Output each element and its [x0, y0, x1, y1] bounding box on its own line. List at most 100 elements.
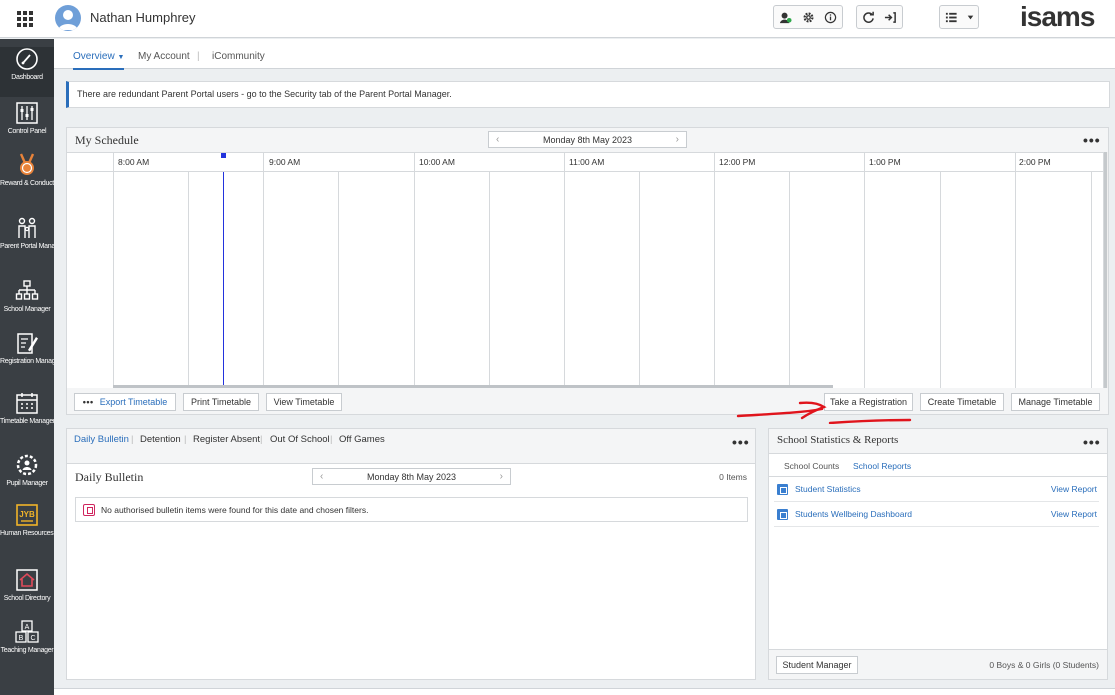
- sidebar-item-human-resources[interactable]: JYB Human Resources Manager: [0, 503, 54, 538]
- sign-out-icon[interactable]: [880, 6, 903, 28]
- tab-school-counts[interactable]: School Counts: [784, 461, 839, 471]
- half-hour-gridline: [188, 172, 189, 388]
- prev-date-icon[interactable]: ‹: [320, 471, 323, 482]
- take-registration-button[interactable]: Take a Registration: [824, 393, 913, 411]
- time-label: 9:00 AM: [269, 157, 301, 167]
- half-hour-gridline: [489, 172, 490, 388]
- sidebar-item-registration[interactable]: Registration Manager: [0, 331, 54, 366]
- sub-navigation: Overview ▼ My Account | iCommunity: [54, 39, 1115, 70]
- view-report-link[interactable]: View Report: [1051, 484, 1097, 494]
- gear-icon[interactable]: [797, 6, 820, 28]
- sidebar-item-label: Human Resources Manager: [0, 530, 54, 537]
- tab-separator: |: [131, 434, 134, 445]
- list-icon[interactable]: [940, 6, 963, 28]
- tab-separator: |: [260, 434, 263, 445]
- sidebar-item-pupil-manager[interactable]: Pupil Manager: [0, 453, 54, 488]
- time-label: 1:00 PM: [869, 157, 901, 167]
- sidebar-item-school-directory[interactable]: School Directory: [0, 568, 54, 603]
- panel-title: My Schedule: [75, 133, 139, 147]
- current-time-marker: [221, 153, 226, 158]
- sidebar-item-label: Timetable Manager: [0, 418, 54, 425]
- caret-down-icon: ▼: [117, 54, 125, 61]
- next-date-icon[interactable]: ›: [676, 134, 679, 145]
- svg-text:JYB: JYB: [19, 510, 35, 519]
- student-manager-button[interactable]: Student Manager: [776, 656, 858, 674]
- tab-out-of-school[interactable]: Out Of School: [270, 434, 330, 445]
- sidebar-item-reward-conduct[interactable]: Reward & Conduct Manager: [0, 153, 54, 188]
- prev-date-icon[interactable]: ‹: [496, 134, 499, 145]
- more-options-icon[interactable]: •••: [1083, 435, 1101, 449]
- half-hour-gridline: [1091, 172, 1092, 388]
- sidebar-item-label: Reward & Conduct Manager: [0, 180, 54, 187]
- tab-daily-bulletin[interactable]: Daily Bulletin: [74, 434, 129, 445]
- tab-overview[interactable]: Overview ▼: [73, 51, 125, 70]
- bulletin-date: Monday 8th May 2023: [366, 471, 457, 482]
- sliders-icon: [16, 102, 38, 124]
- sidebar-item-label: Pupil Manager: [6, 480, 48, 487]
- dashboard-icon: [16, 48, 38, 70]
- report-name[interactable]: Student Statistics: [795, 484, 861, 494]
- bulletin-date-picker[interactable]: ‹ Monday 8th May 2023 ›: [312, 468, 511, 485]
- schedule-date: Monday 8th May 2023: [542, 134, 633, 145]
- time-label: 8:00 AM: [118, 157, 150, 167]
- sidebar-item-parent-portal[interactable]: Parent Portal Manager: [0, 216, 54, 251]
- org-chart-icon: [15, 280, 39, 300]
- vertical-scrollbar[interactable]: [1104, 152, 1107, 388]
- top-bar: Nathan Humphrey isams: [0, 0, 1115, 38]
- horizontal-scrollbar[interactable]: [113, 385, 833, 388]
- manage-timetable-button[interactable]: Manage Timetable: [1011, 393, 1100, 411]
- tab-detention[interactable]: Detention: [140, 434, 181, 445]
- apps-grid-icon[interactable]: [14, 8, 34, 28]
- export-timetable-button[interactable]: ••• Export Timetable: [74, 393, 176, 411]
- half-hour-gridline: [338, 172, 339, 388]
- tab-off-games[interactable]: Off Games: [339, 434, 385, 445]
- sidebar-item-dashboard[interactable]: Dashboard: [0, 47, 54, 97]
- sidebar-item-control-panel[interactable]: Control Panel: [0, 101, 54, 136]
- user-name[interactable]: Nathan Humphrey: [90, 10, 196, 25]
- sidebar-item-label: Parent Portal Manager: [0, 243, 54, 250]
- menu-group[interactable]: [939, 5, 979, 29]
- bulletin-title: Daily Bulletin: [75, 470, 144, 484]
- button-label: Export Timetable: [99, 397, 168, 407]
- user-status-icon[interactable]: [774, 6, 797, 28]
- tab-separator: |: [184, 434, 187, 445]
- next-date-icon[interactable]: ›: [500, 471, 503, 482]
- header-actions-group: [773, 5, 843, 29]
- time-label: 11:00 AM: [569, 157, 605, 167]
- info-icon[interactable]: [819, 6, 842, 28]
- schedule-date-picker[interactable]: ‹ Monday 8th May 2023 ›: [488, 131, 687, 148]
- report-icon: [777, 509, 788, 520]
- more-options-icon[interactable]: •••: [732, 435, 750, 449]
- svg-text:B: B: [19, 635, 24, 642]
- print-timetable-button[interactable]: Print Timetable: [183, 393, 259, 411]
- report-name[interactable]: Students Wellbeing Dashboard: [795, 509, 912, 519]
- sidebar-item-teaching-manager[interactable]: ABC Teaching Manager: [0, 620, 54, 655]
- tab-icommunity[interactable]: iCommunity: [212, 51, 265, 62]
- sidebar-item-timetable[interactable]: Timetable Manager: [0, 391, 54, 426]
- sidebar-item-label: Dashboard: [11, 74, 43, 81]
- calendar-icon: [16, 393, 38, 414]
- schedule-timeline[interactable]: 8:00 AM 9:00 AM 10:00 AM 11:00 AM 12:00 …: [67, 152, 1103, 388]
- more-options-icon[interactable]: •••: [1083, 133, 1101, 147]
- avatar[interactable]: [55, 5, 81, 31]
- tab-school-reports[interactable]: School Reports: [848, 461, 916, 479]
- create-timetable-button[interactable]: Create Timetable: [920, 393, 1004, 411]
- bottom-scrollbar[interactable]: [54, 688, 1115, 695]
- hour-gridline: [113, 153, 114, 388]
- view-report-link[interactable]: View Report: [1051, 509, 1097, 519]
- more-options-icon: •••: [82, 397, 94, 407]
- hour-gridline: [1015, 153, 1016, 388]
- tab-my-account[interactable]: My Account: [138, 51, 190, 62]
- caret-down-icon[interactable]: [963, 6, 978, 28]
- sidebar-item-school-manager[interactable]: School Manager: [0, 279, 54, 314]
- hour-gridline: [263, 153, 264, 388]
- sidebar-item-label: Registration Manager: [0, 358, 54, 365]
- list-item: Students Wellbeing Dashboard View Report: [774, 503, 1099, 527]
- school-statistics-panel: School Statistics & Reports ••• School C…: [768, 428, 1108, 680]
- tab-register-absent[interactable]: Register Absent: [193, 434, 260, 445]
- half-hour-gridline: [639, 172, 640, 388]
- isams-logo[interactable]: isams: [1020, 1, 1095, 33]
- refresh-icon[interactable]: [857, 6, 880, 28]
- view-timetable-button[interactable]: View Timetable: [266, 393, 342, 411]
- alert-message: There are redundant Parent Portal users …: [66, 81, 1110, 108]
